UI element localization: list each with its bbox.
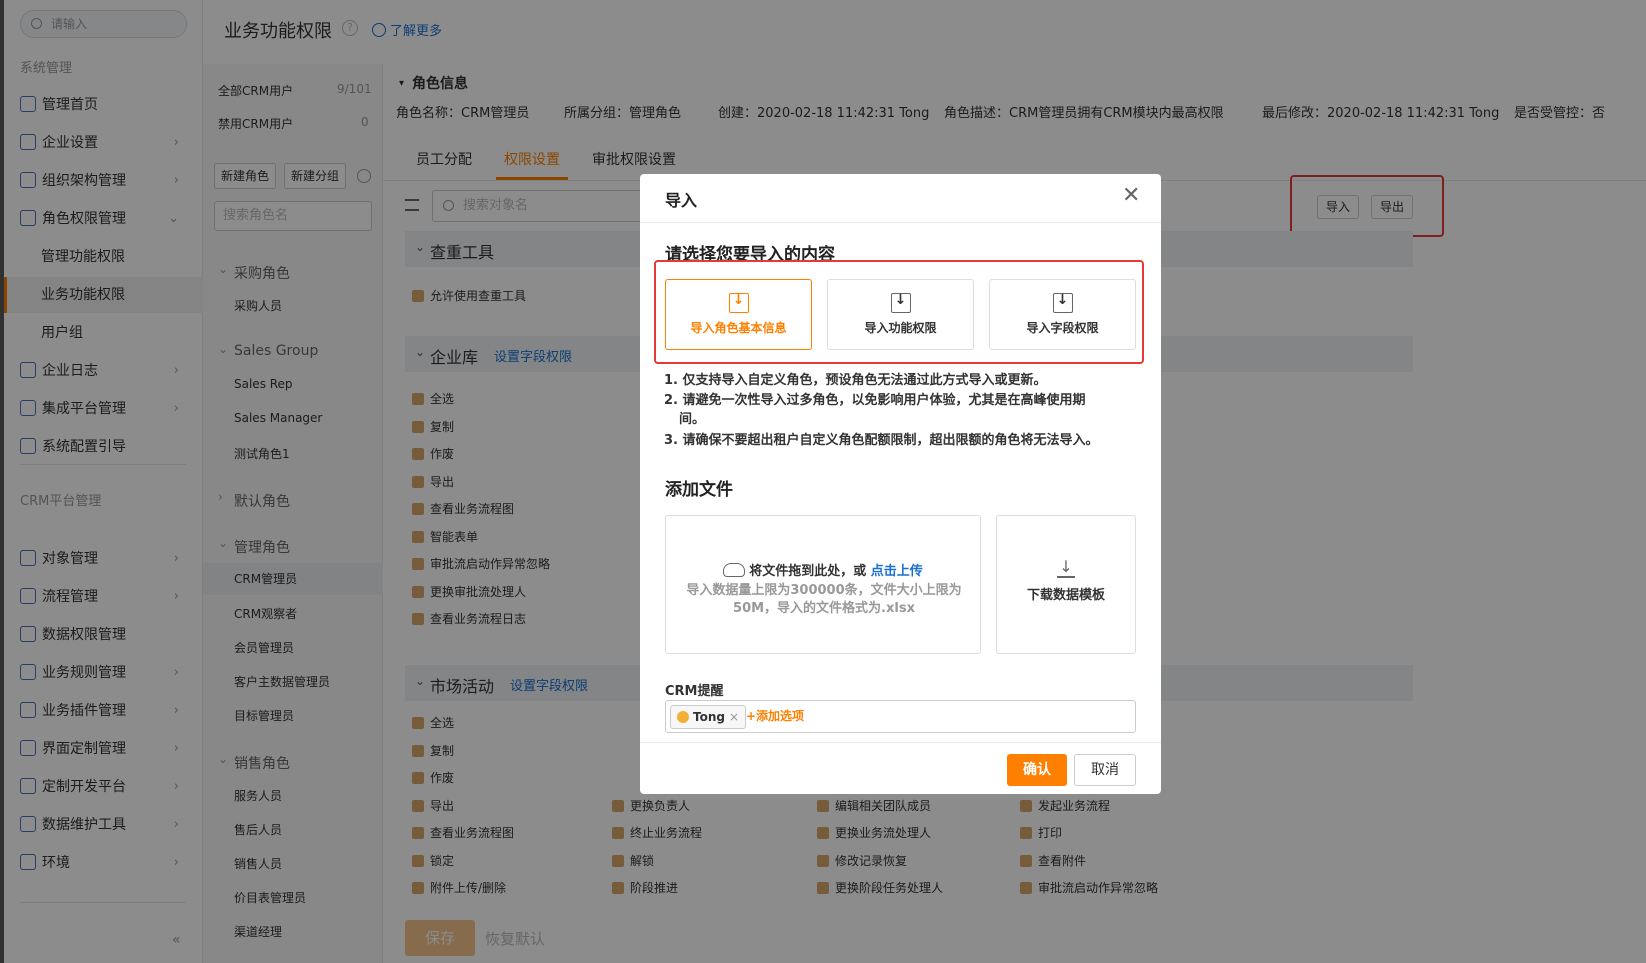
dialog-footer-divider <box>640 742 1161 743</box>
recipient-tag: Tong × <box>670 705 747 729</box>
download-icon <box>890 292 911 313</box>
download-icon <box>728 292 749 313</box>
upload-limit-text: 导入数据量上限为300000条，文件大小上限为50M，导入的文件格式为.xlsx <box>686 583 962 616</box>
import-field-permission-option[interactable]: 导入字段权限 <box>989 279 1136 350</box>
file-drop-zone[interactable]: 将文件拖到此处，或 点击上传 导入数据量上限为300000条，文件大小上限为50… <box>665 515 981 654</box>
download-icon <box>1052 292 1073 313</box>
import-function-permission-label: 导入功能权限 <box>864 321 937 335</box>
dialog-title: 导入 <box>665 191 698 210</box>
cloud-upload-icon <box>723 563 746 577</box>
confirm-button[interactable]: 确认 <box>1007 754 1067 786</box>
download-template-button[interactable]: ↓ 下载数据模板 <box>996 515 1136 654</box>
dialog-header-divider <box>640 222 1161 223</box>
import-note-1: 1. 仅支持导入自定义角色，预设角色无法通过此方式导入或更新。 <box>664 373 1047 388</box>
cancel-button[interactable]: 取消 <box>1074 754 1136 786</box>
click-upload-link[interactable]: 点击上传 <box>871 564 923 579</box>
add-file-heading: 添加文件 <box>665 480 733 500</box>
import-note-3: 3. 请确保不要超出租户自定义角色配额限制，超出限额的角色将无法导入。 <box>664 433 1099 448</box>
import-role-basic-option[interactable]: 导入角色基本信息 <box>665 279 812 350</box>
download-template-label: 下载数据模板 <box>1026 588 1105 603</box>
remove-tag-icon[interactable]: × <box>729 710 739 724</box>
crm-reminder-label: CRM提醒 <box>665 684 724 699</box>
add-option-link[interactable]: +添加选项 <box>746 701 804 732</box>
import-note-2-cont: 间。 <box>679 412 706 427</box>
upload-text: 将文件拖到此处，或 <box>749 564 867 579</box>
import-function-permission-option[interactable]: 导入功能权限 <box>827 279 974 350</box>
close-icon[interactable]: ✕ <box>1122 183 1140 208</box>
crm-reminder-field[interactable]: Tong × +添加选项 <box>665 700 1136 733</box>
recipient-name: Tong <box>693 710 725 724</box>
avatar <box>677 711 689 723</box>
upload-instruction: 将文件拖到此处，或 点击上传 <box>666 560 980 579</box>
import-note-2: 2. 请避免一次性导入过多角色，以免影响用户体验，尤其是在高峰使用期 <box>664 393 1086 408</box>
download-icon: ↓ <box>1057 559 1075 578</box>
import-field-permission-label: 导入字段权限 <box>1026 321 1099 335</box>
import-role-basic-label: 导入角色基本信息 <box>690 321 787 335</box>
